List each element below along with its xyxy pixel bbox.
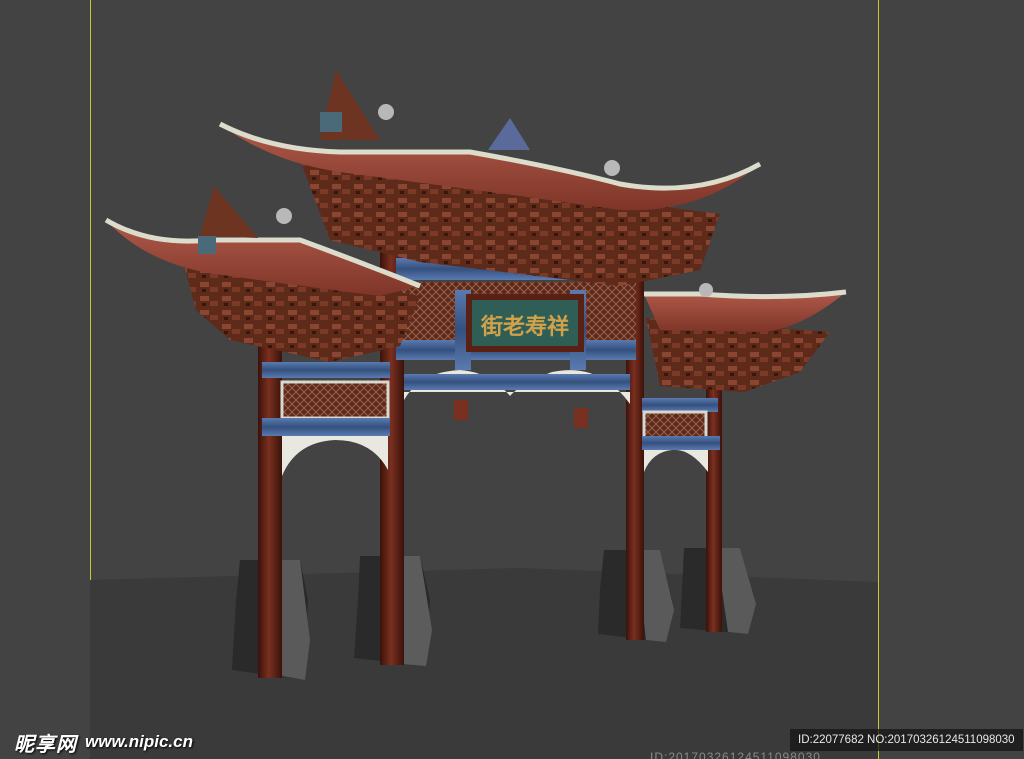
- watermark-left: 昵享网 www.nipic.cn: [14, 730, 193, 756]
- archway-model: 街老寿祥: [90, 70, 878, 759]
- watermark-faint: ID:20170326124511098030: [650, 750, 821, 759]
- plaque-text: 街老寿祥: [480, 314, 569, 340]
- watermark-id-badge: ID:22077682 NO:20170326124511098030: [790, 729, 1023, 751]
- ground-plane: [90, 568, 878, 759]
- watermark-logo: 昵享网: [14, 731, 77, 756]
- 3d-viewport[interactable]: 街老寿祥 昵享网 www.nipic.cn ID:201703261245110…: [0, 0, 1024, 759]
- watermark-url: www.nipic.cn: [85, 732, 193, 751]
